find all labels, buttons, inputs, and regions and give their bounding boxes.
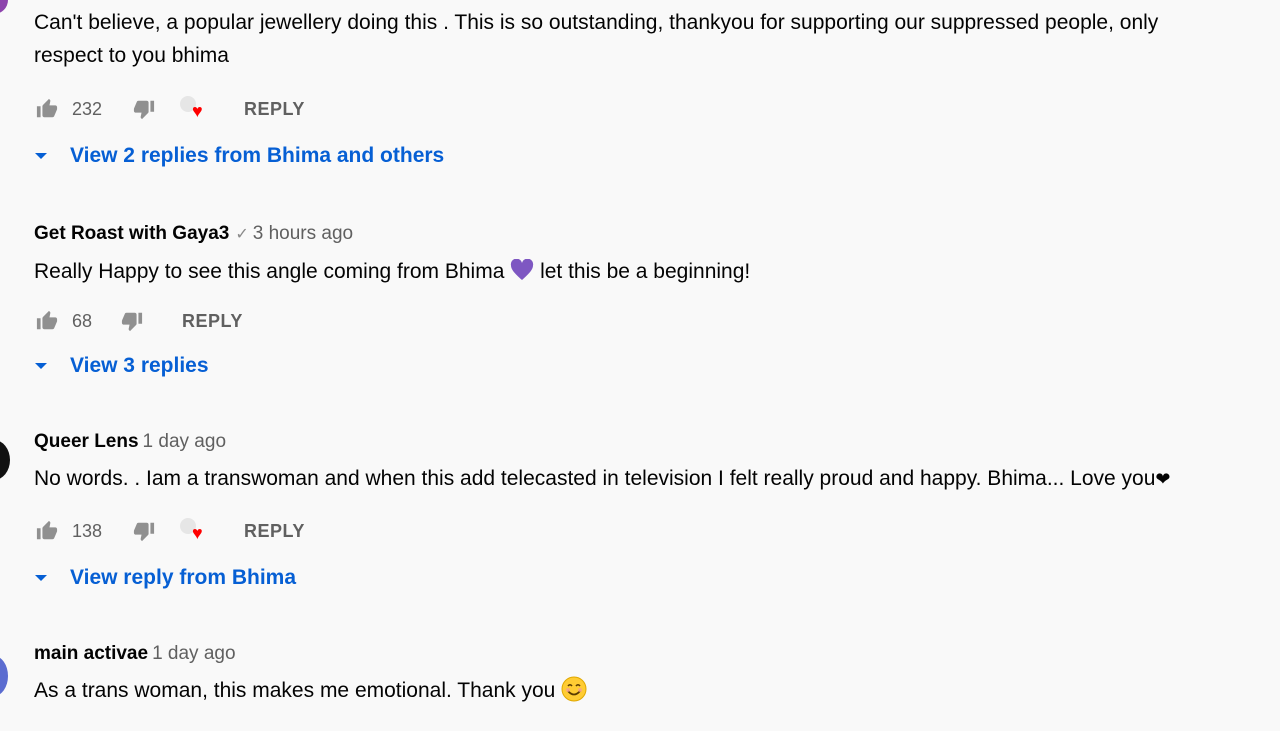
smiling-face-emoji bbox=[561, 676, 587, 702]
thumb-up-icon[interactable] bbox=[34, 310, 60, 332]
creator-heart-icon: ♥ bbox=[180, 96, 210, 122]
thumb-up-icon[interactable] bbox=[34, 98, 60, 120]
view-replies-button[interactable]: View reply from Bhima bbox=[34, 566, 296, 590]
purple-heart-emoji bbox=[511, 259, 534, 280]
comment: Can't believe, a popular jewellery doing… bbox=[34, 6, 1274, 72]
comment-text: No words. . Iam a transwoman and when th… bbox=[34, 467, 1156, 490]
comment-text: Can't believe, a popular jewellery doing… bbox=[34, 11, 1159, 34]
avatar[interactable] bbox=[0, 656, 8, 696]
like-count: 68 bbox=[72, 310, 93, 331]
comment-header: Get Roast with Gaya3 ✓ 3 hours ago bbox=[34, 222, 1274, 247]
comment-text-row: As a trans woman, this makes me emotiona… bbox=[34, 674, 1274, 707]
comment-text-row: No words. . Iam a transwoman and when th… bbox=[34, 462, 1274, 496]
comment-time[interactable]: 1 day ago bbox=[143, 431, 226, 452]
comment: main activae 1 day ago As a trans woman, … bbox=[34, 642, 1274, 707]
view-replies-label: View 3 replies bbox=[70, 354, 209, 377]
chevron-down-icon bbox=[35, 575, 47, 581]
comment-author[interactable]: main activae bbox=[34, 643, 148, 664]
comment-author[interactable]: Queer Lens bbox=[34, 431, 139, 452]
comment: Get Roast with Gaya3 ✓ 3 hours ago Really … bbox=[34, 222, 1274, 288]
verified-check-icon: ✓ bbox=[235, 226, 249, 243]
comment-time[interactable]: 1 day ago bbox=[152, 643, 235, 664]
comment-text: Really Happy to see this angle coming fr… bbox=[34, 260, 505, 283]
avatar[interactable] bbox=[0, 440, 10, 480]
comment-actions: 232 ♥ REPLY bbox=[34, 94, 305, 124]
chevron-down-icon bbox=[35, 363, 47, 369]
comment-header: Queer Lens 1 day ago bbox=[34, 430, 1274, 454]
reply-button[interactable]: REPLY bbox=[182, 311, 243, 332]
avatar[interactable] bbox=[0, 0, 8, 14]
view-replies-button[interactable]: View 2 replies from Bhima and others bbox=[34, 144, 444, 168]
comment-header: main activae 1 day ago bbox=[34, 642, 1274, 666]
comment-actions: 138 ♥ REPLY bbox=[34, 516, 305, 546]
like-count: 232 bbox=[72, 98, 103, 119]
like-count: 138 bbox=[72, 520, 103, 541]
thumb-down-icon[interactable] bbox=[132, 520, 156, 542]
comment-time[interactable]: 3 hours ago bbox=[253, 223, 353, 244]
thumb-down-icon[interactable] bbox=[132, 98, 156, 120]
thumb-up-icon[interactable] bbox=[34, 520, 60, 542]
thumb-down-icon[interactable] bbox=[120, 310, 144, 332]
reply-button[interactable]: REPLY bbox=[244, 99, 305, 120]
creator-heart-icon: ♥ bbox=[180, 518, 210, 544]
comment: Queer Lens 1 day ago No words. . Iam a tr… bbox=[34, 430, 1274, 496]
comment-actions: 68 REPLY bbox=[34, 306, 243, 336]
comment-text: As a trans woman, this makes me emotiona… bbox=[34, 679, 556, 702]
comment-text-continued: respect to you bhima bbox=[34, 44, 229, 67]
view-replies-label: View 2 replies from Bhima and others bbox=[70, 144, 445, 167]
view-replies-button[interactable]: View 3 replies bbox=[34, 354, 209, 378]
comment-author[interactable]: Get Roast with Gaya3 bbox=[34, 223, 229, 244]
chevron-down-icon bbox=[35, 153, 47, 159]
black-heart-emoji: ❤ bbox=[1155, 469, 1171, 489]
comment-text-row: Really Happy to see this angle coming fr… bbox=[34, 255, 1274, 288]
reply-button[interactable]: REPLY bbox=[244, 521, 305, 542]
comments-section: Can't believe, a popular jewellery doing… bbox=[0, 0, 1280, 731]
view-replies-label: View reply from Bhima bbox=[70, 566, 297, 589]
comment-text-continued: let this be a beginning! bbox=[540, 260, 751, 283]
